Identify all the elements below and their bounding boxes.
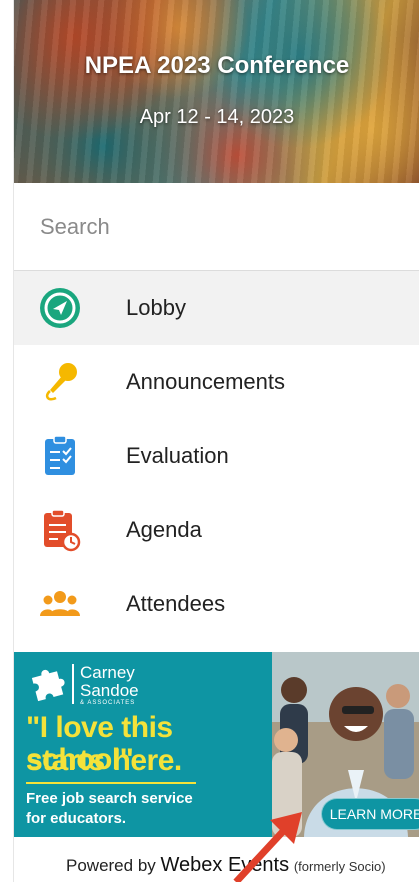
search-bar <box>14 183 419 271</box>
puzzle-logo-icon <box>28 664 68 704</box>
nav-item-lobby[interactable]: Lobby <box>14 271 419 345</box>
left-gutter <box>0 0 13 882</box>
nav-label-attendees: Attendees <box>126 591 226 616</box>
people-icon <box>38 584 82 624</box>
nav-label-lobby: Lobby <box>126 295 186 320</box>
nav-item-agenda[interactable]: Agenda <box>14 493 419 567</box>
learn-more-button[interactable]: LEARN MORE <box>321 798 419 830</box>
banner-texture <box>14 0 419 183</box>
event-title: NPEA 2023 Conference <box>84 52 350 79</box>
microphone-icon <box>38 362 82 402</box>
event-dates: Apr 12 - 14, 2023 <box>139 106 295 128</box>
event-banner: NPEA 2023 Conference Apr 12 - 14, 2023 <box>14 0 419 183</box>
powered-by-label: Powered by <box>66 856 156 875</box>
nav-item-attendees[interactable]: Attendees <box>14 567 419 641</box>
brand-line-3: & ASSOCIATES <box>80 700 136 706</box>
nav-menu: Lobby Announcements Evaluation Agenda At… <box>14 271 419 641</box>
sidebar-panel: NPEA 2023 Conference Apr 12 - 14, 2023 L… <box>13 0 419 882</box>
ad-tagline-1: Free job search service <box>26 790 193 807</box>
nav-item-announcements[interactable]: Announcements <box>14 345 419 419</box>
nav-label-evaluation: Evaluation <box>126 443 229 468</box>
footer: Powered by Webex Events (formerly Socio) <box>14 846 419 882</box>
ad-tagline-2: for educators. <box>26 810 127 827</box>
ad-divider <box>26 782 196 784</box>
nav-label-agenda: Agenda <box>126 517 202 542</box>
arrow-annotation-icon <box>233 812 302 882</box>
nav-label-announcements: Announcements <box>126 369 285 394</box>
compass-icon <box>38 288 82 328</box>
sponsor-ad[interactable]: Carney Sandoe & ASSOCIATES "I love this … <box>14 652 419 837</box>
brand-line-1: Carney <box>80 663 135 682</box>
powered-by-text: Powered by Webex Events (formerly Socio) <box>66 854 386 877</box>
ad-headline-2: starts here. <box>26 744 182 777</box>
logo-divider <box>72 664 74 704</box>
brand-line-2: Sandoe <box>80 681 139 700</box>
clipboard-check-icon <box>38 435 82 476</box>
search-input[interactable] <box>38 207 402 247</box>
nav-item-evaluation[interactable]: Evaluation <box>14 419 419 493</box>
agenda-clock-icon <box>38 509 82 552</box>
